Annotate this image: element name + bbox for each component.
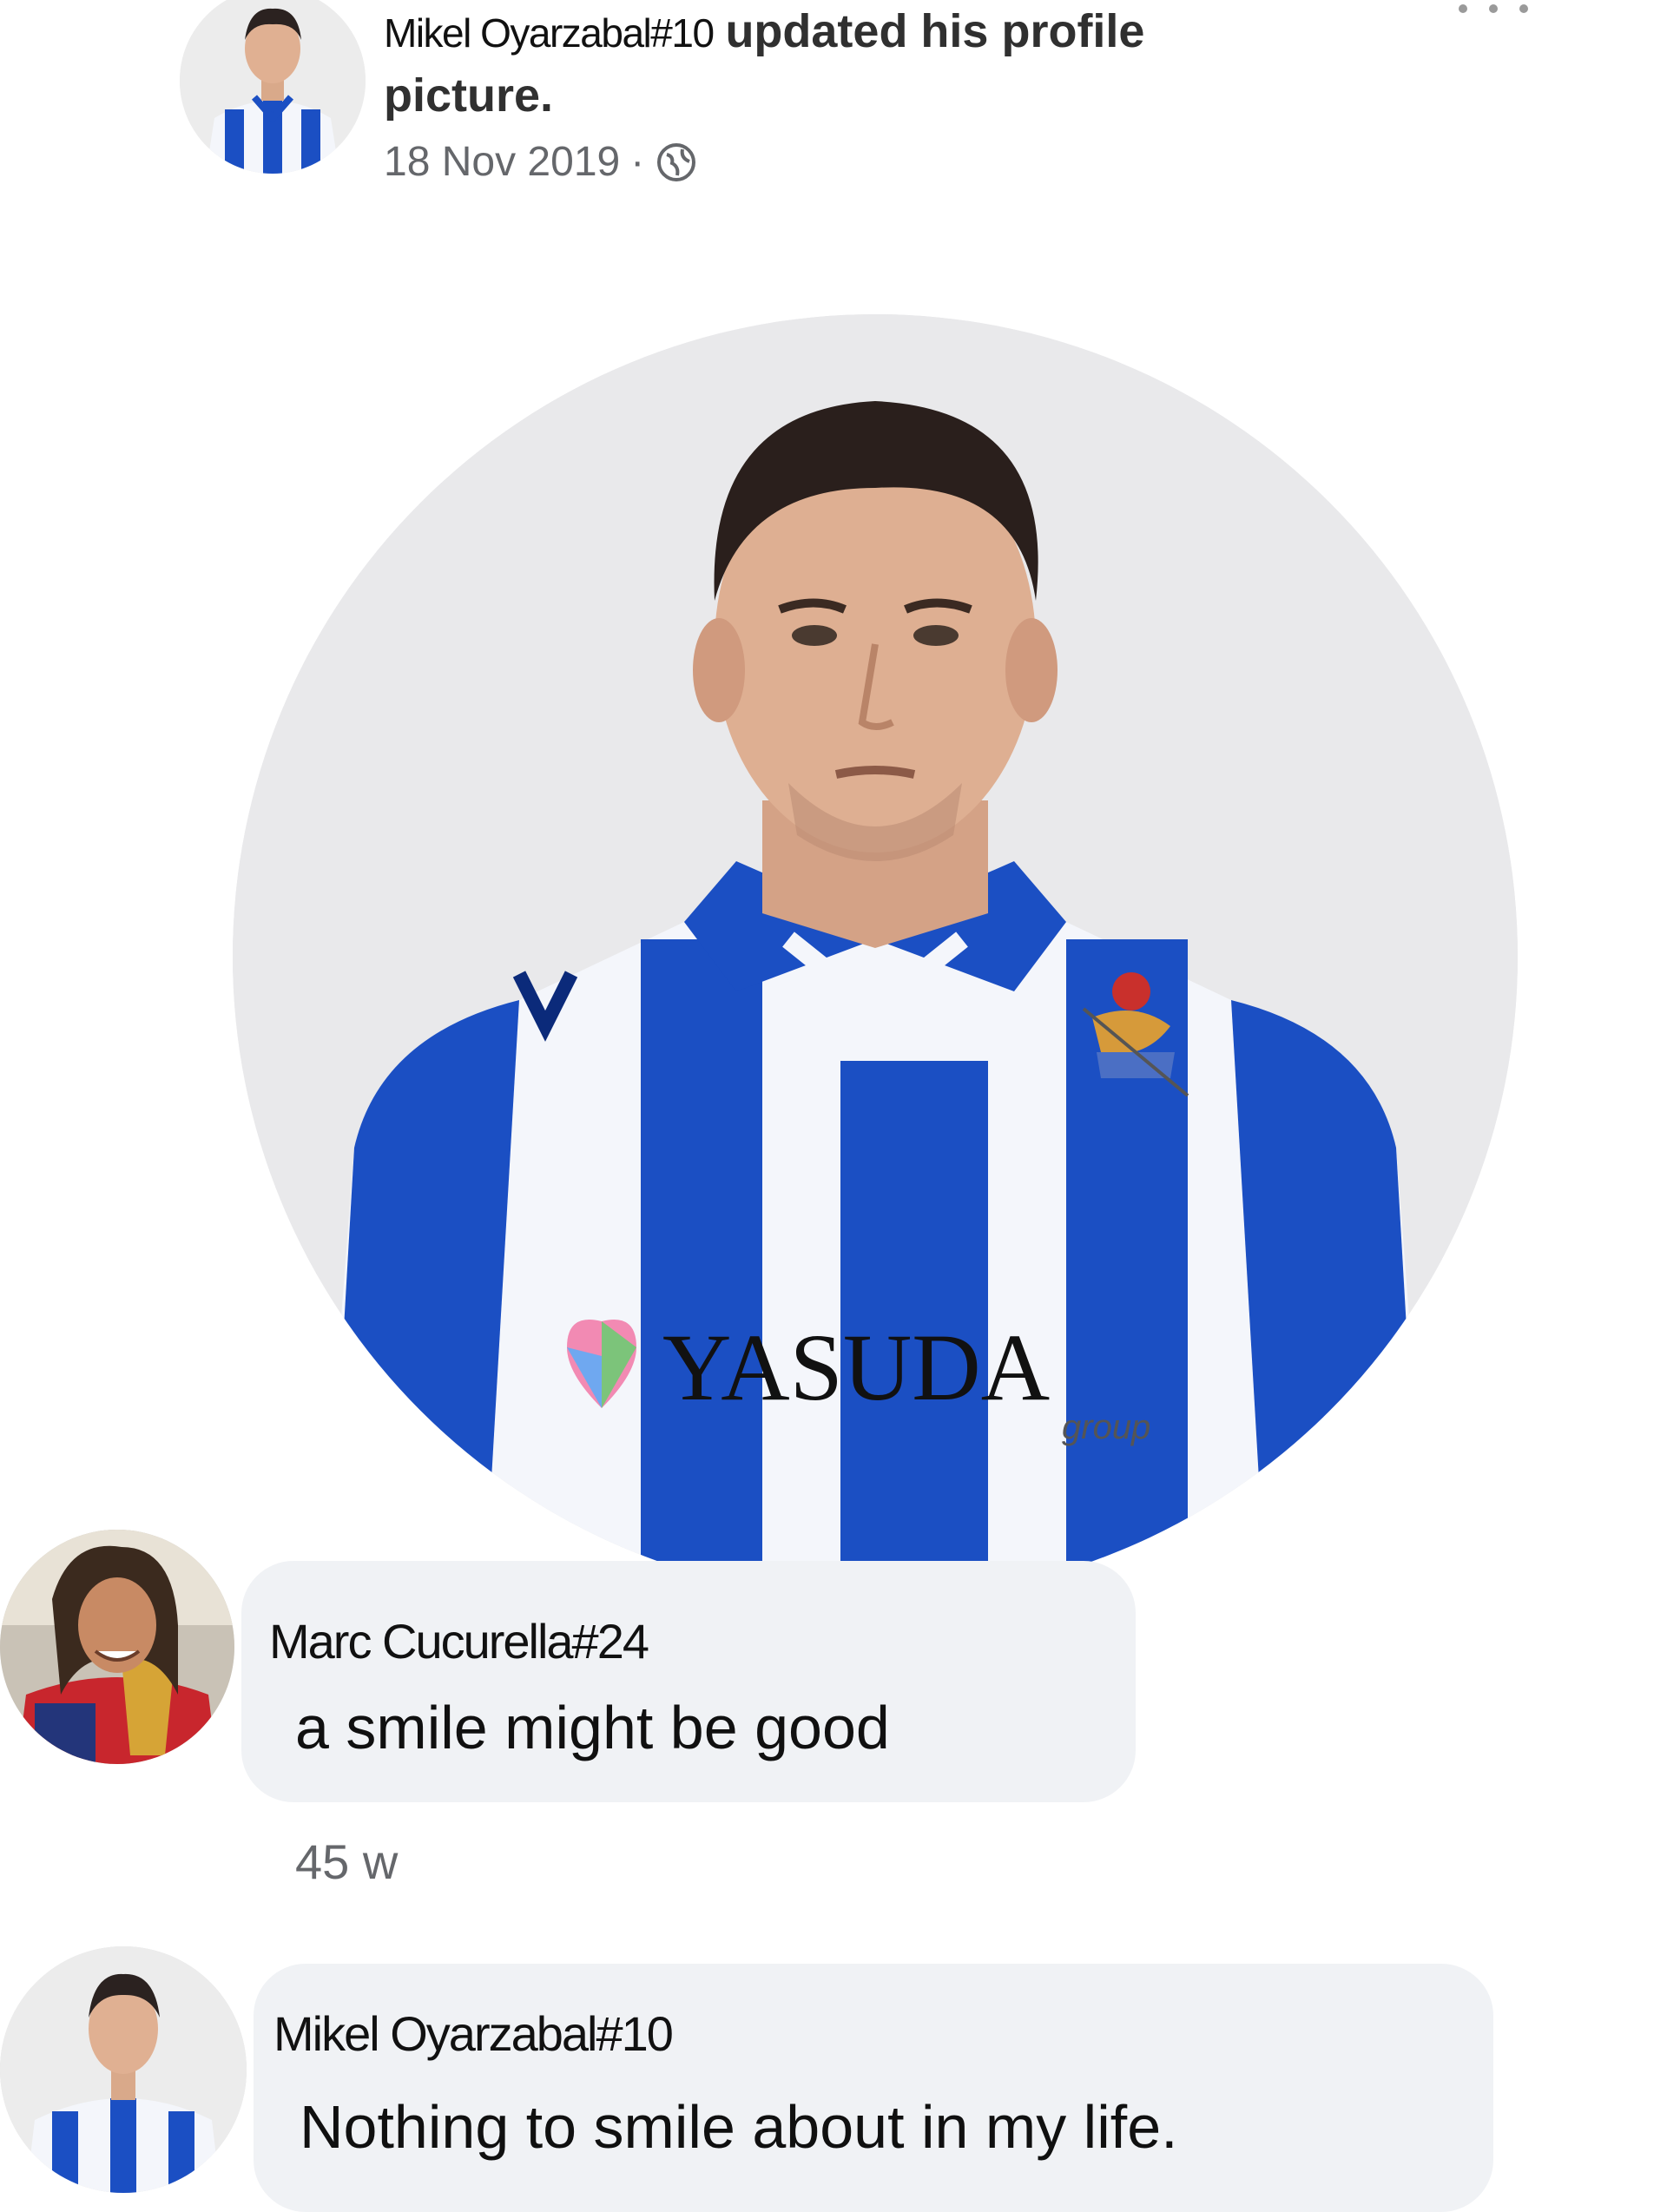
commenter-name[interactable]: Mikel Oyarzabal#10 bbox=[273, 2005, 674, 2062]
comment-text: Nothing to smile about in my life. bbox=[300, 2093, 1178, 2161]
comment-bubble bbox=[254, 1964, 1493, 2212]
shirt-sponsor: YASUDA bbox=[662, 1314, 1050, 1420]
commenter-name[interactable]: Marc Cucurella#24 bbox=[269, 1613, 649, 1669]
facebook-post: Mikel Oyarzabal#10 updated his profile p… bbox=[0, 0, 1667, 2212]
post-headline: Mikel Oyarzabal#10 updated his profile p… bbox=[384, 0, 1512, 128]
meta-separator: · bbox=[630, 139, 645, 185]
post-meta: 18 Nov 2019 · bbox=[384, 138, 1512, 186]
profile-photo[interactable]: YASUDA group bbox=[233, 314, 1518, 1599]
post-author-avatar[interactable] bbox=[180, 0, 366, 174]
comment-timestamp[interactable]: 45 w bbox=[295, 1833, 398, 1890]
ellipsis-icon[interactable] bbox=[1459, 0, 1528, 26]
post-author-name[interactable]: Mikel Oyarzabal#10 bbox=[384, 10, 715, 56]
comment-bubble bbox=[241, 1561, 1136, 1802]
post-action-text: updated his profile bbox=[725, 5, 1145, 57]
post-action-text-2: picture. bbox=[384, 69, 554, 122]
comment-text: a smile might be good bbox=[295, 1694, 890, 1761]
commenter-avatar[interactable] bbox=[0, 1946, 247, 2193]
globe-icon bbox=[655, 141, 698, 184]
post-date[interactable]: 18 Nov 2019 bbox=[384, 138, 620, 186]
shirt-sponsor-sub: group bbox=[1062, 1408, 1150, 1446]
commenter-avatar[interactable] bbox=[0, 1530, 234, 1764]
post-header: Mikel Oyarzabal#10 updated his profile p… bbox=[384, 0, 1512, 186]
